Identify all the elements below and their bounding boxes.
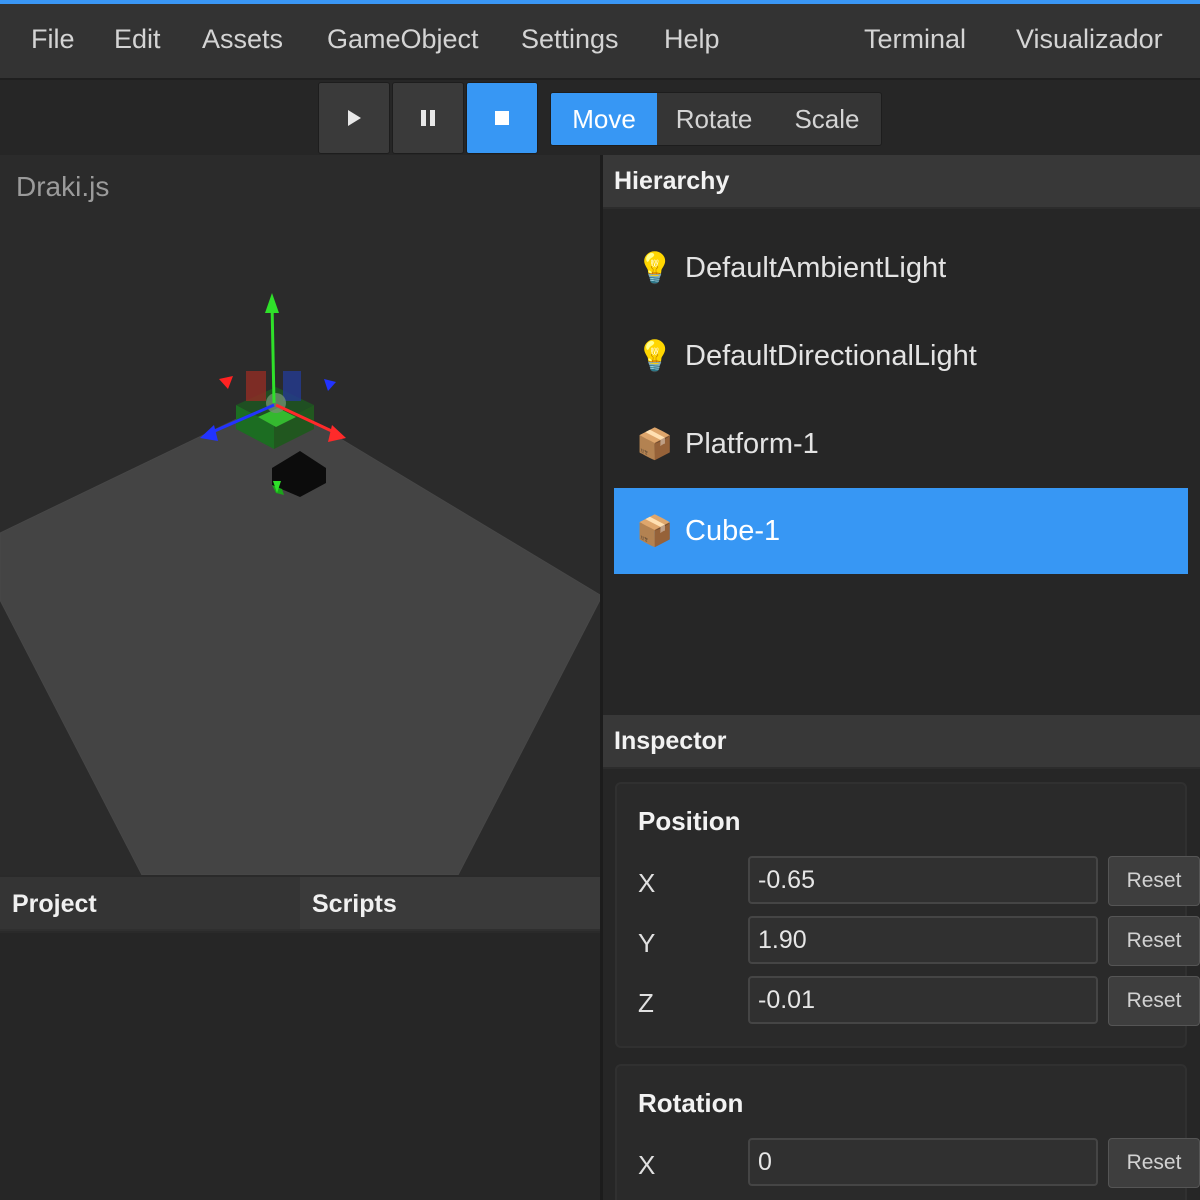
viewport-title: Draki.js [16,171,110,202]
position-y-reset-button[interactable]: Reset [1108,916,1200,966]
lightbulb-icon: 💡 [636,251,674,285]
package-icon: 📦 [636,427,674,461]
hierarchy-header: Hierarchy [603,155,1200,209]
hierarchy-item-defaultambientlight[interactable]: 💡 DefaultAmbientLight [614,225,1188,311]
menu-bar: File Edit Assets GameObject Settings Hel… [0,4,1200,80]
play-button[interactable] [318,82,390,154]
hierarchy-item-cube-1[interactable]: 📦 Cube-1 [614,488,1188,574]
hierarchy-item-label: DefaultAmbientLight [685,251,947,284]
scene-canvas[interactable] [0,155,600,875]
rotation-x-reset-button[interactable]: Reset [1108,1138,1200,1188]
scene-viewport[interactable]: Draki.js [0,155,600,875]
menu-assets[interactable]: Assets [202,24,283,55]
hierarchy-item-label: Cube-1 [685,514,781,547]
hierarchy-item-defaultdirectionallight[interactable]: 💡 DefaultDirectionalLight [614,313,1188,399]
rotate-mode-button[interactable]: Rotate [657,93,771,145]
stop-button[interactable] [466,82,538,154]
position-title: Position [638,806,741,836]
hierarchy-list: 💡 DefaultAmbientLight 💡 DefaultDirection… [603,209,1200,714]
menu-terminal[interactable]: Terminal [864,24,966,55]
position-z-reset-button[interactable]: Reset [1108,976,1200,1026]
hierarchy-item-label: DefaultDirectionalLight [685,339,977,372]
menu-settings[interactable]: Settings [521,24,619,55]
position-z-field[interactable] [748,976,1098,1024]
project-panel [0,933,600,1200]
move-mode-button[interactable]: Move [551,93,657,145]
tab-scripts[interactable]: Scripts [300,877,600,931]
toolbar: Move Rotate Scale [0,82,1200,154]
transform-mode-switch: Move Rotate Scale [550,92,882,146]
menu-file[interactable]: File [31,24,75,55]
hierarchy-item-label: Platform-1 [685,427,819,460]
menu-visualizador[interactable]: Visualizador [1016,24,1163,55]
hierarchy-item-platform-1[interactable]: 📦 Platform-1 [614,401,1188,487]
inspector-panel: Position X Reset Y Reset Z Reset Rotatio… [603,769,1200,1200]
menu-edit[interactable]: Edit [114,24,161,55]
scale-mode-button[interactable]: Scale [771,93,881,145]
menu-help[interactable]: Help [664,24,720,55]
position-section: Position X Reset Y Reset Z Reset [615,782,1200,1048]
position-x-label: X [638,868,656,898]
position-z-label: Z [638,988,654,1018]
rotation-title: Rotation [638,1088,744,1118]
rotation-section: Rotation X Reset [615,1064,1200,1200]
lower-tab-bar: Project Scripts [0,875,600,933]
position-x-field[interactable] [748,856,1098,904]
rotation-x-field[interactable] [748,1138,1098,1186]
play-icon [348,110,361,126]
inspector-header: Inspector [603,715,1200,769]
rotation-x-label: X [638,1150,656,1180]
lightbulb-icon: 💡 [636,339,674,373]
package-icon: 📦 [636,514,674,548]
menu-gameobject[interactable]: GameObject [327,24,479,55]
position-y-label: Y [638,928,656,958]
pause-button[interactable] [392,82,464,154]
position-y-field[interactable] [748,916,1098,964]
position-x-reset-button[interactable]: Reset [1108,856,1200,906]
tab-project[interactable]: Project [0,877,300,931]
stop-icon [495,111,509,125]
pause-icon [421,110,435,126]
